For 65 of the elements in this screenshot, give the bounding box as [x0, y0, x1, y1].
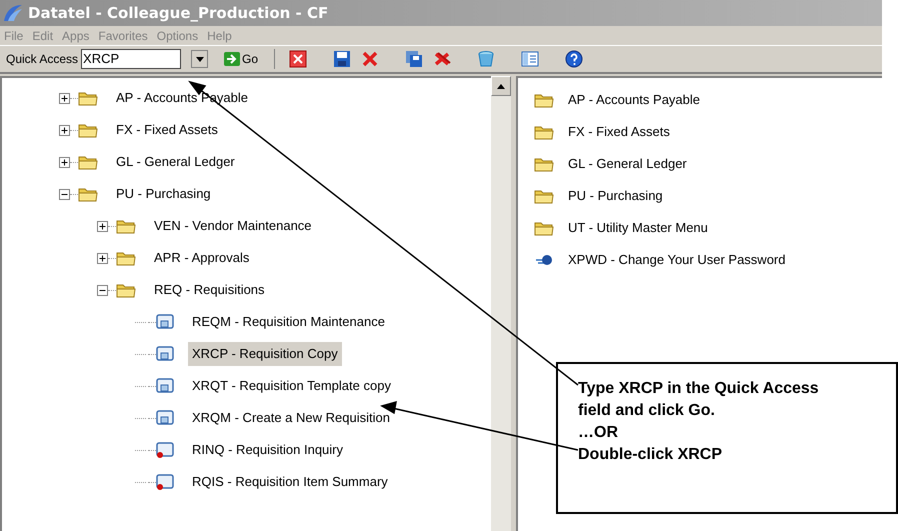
folder-icon [534, 188, 554, 204]
window-title: Datatel - Colleague_Production - CF [28, 2, 328, 24]
tree-item[interactable]: GL - General Ledger [112, 150, 239, 174]
tree-item[interactable]: XRQM - Create a New Requisition [188, 406, 394, 430]
folder-icon [116, 250, 136, 266]
quick-access-field[interactable]: XRCP [81, 49, 182, 69]
form-icon [156, 345, 174, 363]
list-panel-icon[interactable] [521, 50, 540, 68]
expand-icon[interactable] [59, 92, 70, 104]
tree-item[interactable]: VEN - Vendor Maintenance [150, 214, 316, 238]
folder-icon [534, 92, 554, 108]
app-logo-icon [2, 3, 24, 23]
callout-text: Type XRCP in the Quick Access field and click Go. [578, 379, 820, 421]
go-button[interactable]: Go [222, 50, 260, 68]
folder-icon [534, 124, 554, 140]
folder-icon [78, 186, 98, 202]
favorite-item[interactable]: FX - Fixed Assets [568, 122, 670, 142]
form-icon [156, 409, 174, 427]
scroll-up-button[interactable] [491, 76, 511, 96]
tree-item[interactable]: RINQ - Requisition Inquiry [188, 438, 347, 462]
tree-item[interactable]: RQIS - Requisition Item Summary [188, 470, 392, 494]
folder-icon [534, 220, 554, 236]
folder-icon [78, 154, 98, 170]
help-icon[interactable] [565, 50, 584, 68]
delete-all-icon[interactable] [433, 50, 452, 68]
delete-icon[interactable] [361, 50, 380, 68]
caret-up-icon [497, 84, 505, 88]
collapse-icon[interactable] [97, 284, 108, 296]
arrow-right-icon [224, 52, 240, 66]
callout-text: Double-click XRCP [578, 445, 724, 465]
folder-icon [78, 122, 98, 138]
tree-item[interactable]: XRQT - Requisition Template copy [188, 374, 395, 398]
expand-icon[interactable] [59, 124, 70, 136]
save-all-icon[interactable] [405, 50, 424, 68]
save-icon[interactable] [333, 50, 352, 68]
dropdown-button[interactable] [191, 50, 208, 68]
form-icon [156, 377, 174, 395]
tree-item[interactable]: REQM - Requisition Maintenance [188, 310, 389, 334]
expand-icon[interactable] [97, 220, 108, 232]
callout-text: …OR [578, 423, 619, 443]
expand-icon[interactable] [59, 156, 70, 168]
favorite-item[interactable]: GL - General Ledger [568, 154, 687, 174]
collapse-icon[interactable] [59, 188, 70, 200]
form-alert-icon [156, 473, 174, 491]
favorite-item[interactable]: PU - Purchasing [568, 186, 663, 206]
runner-icon [534, 252, 554, 268]
quick-access-label: Quick Access [6, 51, 78, 68]
caret-icon [196, 56, 204, 62]
tree-item[interactable]: REQ - Requisitions [150, 278, 269, 302]
form-icon [156, 313, 174, 331]
favorite-item[interactable]: UT - Utility Master Menu [568, 218, 708, 238]
folder-icon [78, 90, 98, 106]
favorite-item[interactable]: AP - Accounts Payable [568, 90, 700, 110]
tree-item[interactable]: APR - Approvals [150, 246, 254, 270]
folder-icon [534, 156, 554, 172]
favorite-item[interactable]: XPWD - Change Your User Password [568, 250, 786, 270]
tree-item[interactable]: PU - Purchasing [112, 182, 215, 206]
tree-item[interactable]: XRCP - Requisition Copy [188, 342, 342, 366]
close-icon[interactable] [289, 50, 308, 68]
expand-icon[interactable] [97, 252, 108, 264]
tree-item[interactable]: FX - Fixed Assets [112, 118, 222, 142]
folder-icon [116, 282, 136, 298]
form-alert-icon [156, 441, 174, 459]
bucket-icon[interactable] [477, 50, 496, 68]
folder-icon [116, 218, 136, 234]
